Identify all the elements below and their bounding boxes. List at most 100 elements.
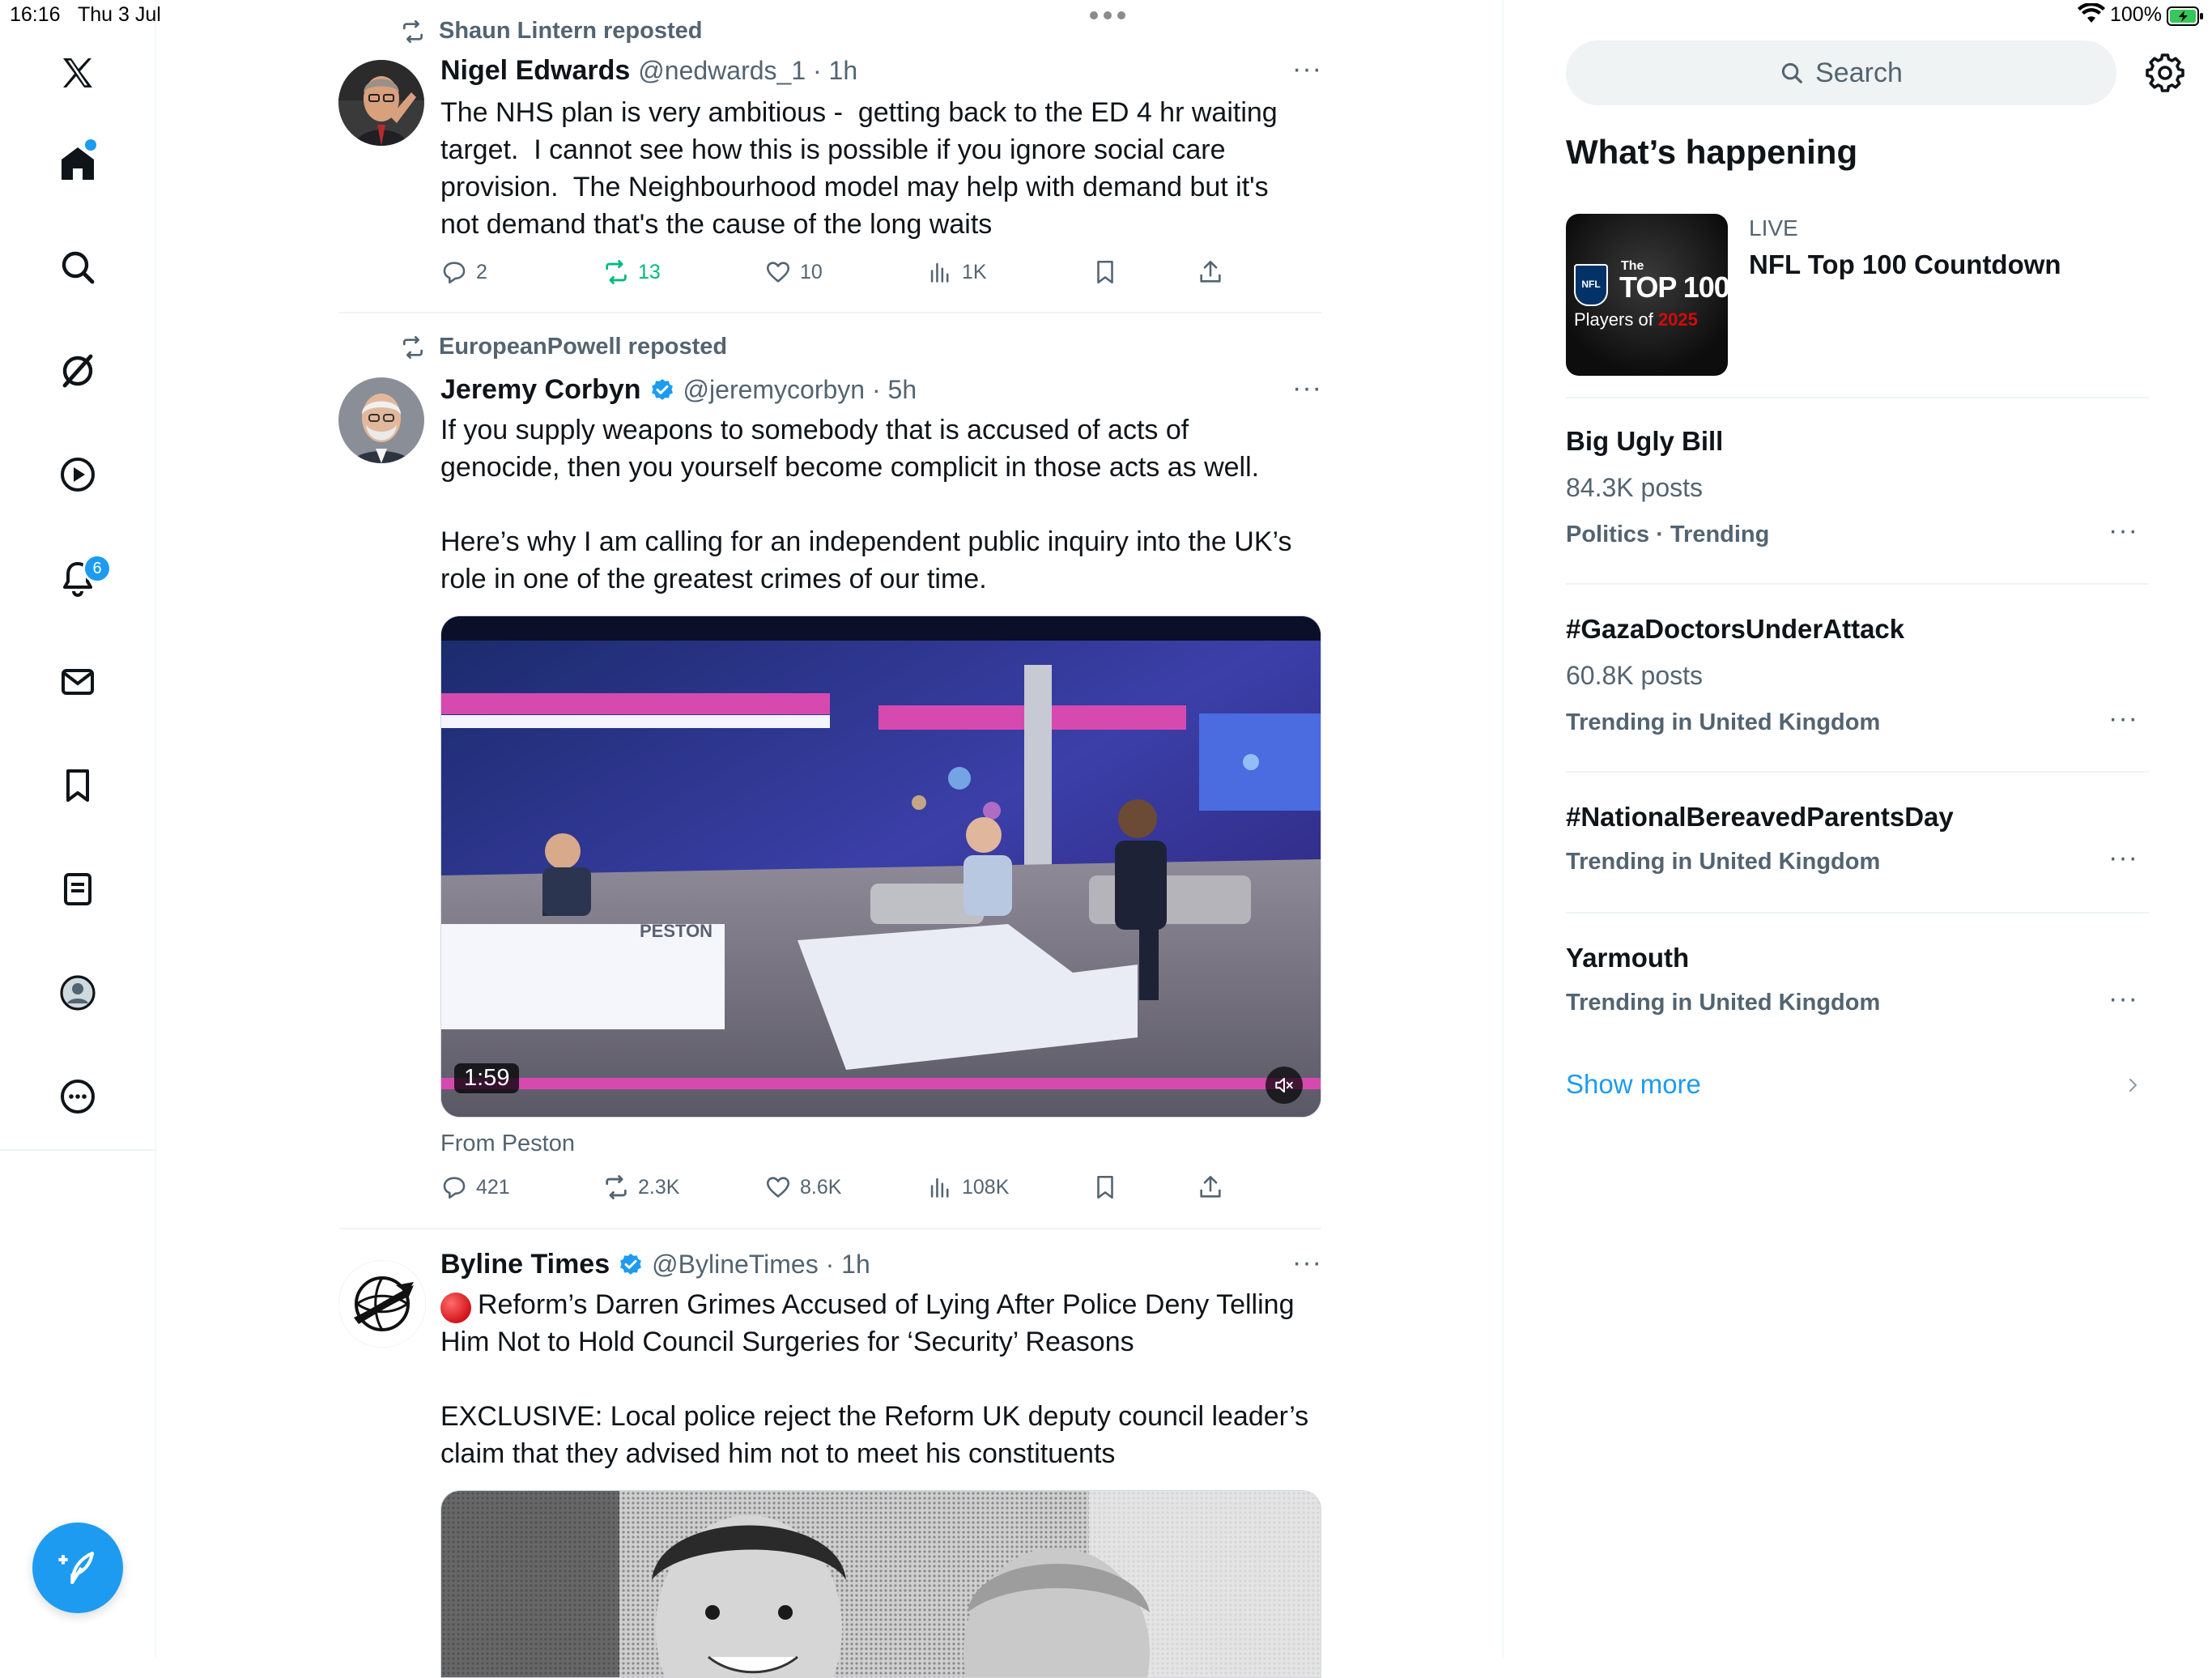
tweet-text: The NHS plan is very ambitious - getting… bbox=[440, 97, 1278, 240]
mute-icon[interactable] bbox=[1266, 1067, 1303, 1104]
show-more-link[interactable]: Show more bbox=[1566, 1069, 2149, 1109]
views-button[interactable]: 108K bbox=[926, 1173, 1009, 1201]
trend-meta: Politics · Trending bbox=[1566, 522, 1770, 547]
share-icon bbox=[1200, 260, 1221, 283]
tweet-text: If you supply weapons to somebody that i… bbox=[440, 415, 1292, 594]
notifications-badge: 6 bbox=[83, 554, 112, 583]
trend-divider bbox=[1566, 397, 2149, 398]
share-button[interactable] bbox=[1197, 1173, 1224, 1201]
tweet-1[interactable]: Shaun Lintern reposted Nigel Edwards @ne… bbox=[338, 16, 1321, 312]
reply-count: 421 bbox=[476, 1175, 510, 1199]
trend-item[interactable]: #NationalBereavedParentsDay Trending in … bbox=[1566, 797, 2149, 894]
avatar[interactable] bbox=[338, 60, 424, 146]
tweet-2[interactable]: EuropeanPowell reposted Jeremy Corbyn @j… bbox=[338, 332, 1321, 1228]
live-event-thumbnail: NFL The TOP 100 Players of 2025 bbox=[1566, 214, 1728, 376]
settings-gear-icon[interactable] bbox=[2146, 53, 2184, 92]
search-input[interactable]: Search bbox=[1566, 40, 2116, 105]
author-handle[interactable]: @BylineTimes · 1h bbox=[652, 1250, 870, 1280]
repost-count: 13 bbox=[638, 260, 661, 283]
share-button[interactable] bbox=[1197, 258, 1224, 286]
views-count: 108K bbox=[962, 1175, 1010, 1199]
repost-icon bbox=[403, 335, 423, 359]
bookmark-icon bbox=[1097, 1175, 1113, 1199]
verified-badge-icon bbox=[620, 1253, 642, 1275]
tweet-more-icon[interactable]: ··· bbox=[1292, 373, 1322, 404]
tweet-divider bbox=[338, 312, 1321, 313]
profile-avatar-icon[interactable] bbox=[52, 967, 104, 1019]
repost-button[interactable]: 13 bbox=[602, 258, 661, 286]
trend-divider bbox=[1566, 771, 2149, 773]
bookmark-button[interactable] bbox=[1091, 258, 1119, 286]
like-button[interactable]: 8.6K bbox=[764, 1173, 841, 1201]
battery-percent: 100% bbox=[2110, 3, 2162, 26]
nav-divider bbox=[0, 1149, 155, 1151]
reply-button[interactable]: 421 bbox=[440, 1173, 510, 1201]
video-source[interactable]: From Peston bbox=[440, 1131, 575, 1157]
trend-item[interactable]: Yarmouth Trending in United Kingdom ··· bbox=[1566, 938, 2149, 1035]
x-logo-icon[interactable] bbox=[52, 47, 104, 99]
author-name[interactable]: Nigel Edwards bbox=[440, 55, 630, 87]
tweet-3[interactable]: Byline Times @BylineTimes · 1h ··· Refor… bbox=[338, 1239, 1322, 1678]
avatar[interactable] bbox=[338, 377, 424, 463]
trend-more-icon[interactable]: ··· bbox=[2108, 703, 2138, 735]
trend-title: #GazaDoctorsUnderAttack bbox=[1566, 614, 1905, 644]
trend-more-icon[interactable]: ··· bbox=[2108, 842, 2138, 874]
repost-button[interactable]: 2.3K bbox=[602, 1173, 679, 1201]
tweet-more-icon[interactable]: ··· bbox=[1292, 1247, 1322, 1279]
trend-posts: 84.3K posts bbox=[1566, 473, 1703, 502]
author-handle[interactable]: @nedwards_1 · 1h bbox=[638, 56, 857, 86]
messages-envelope-icon[interactable] bbox=[52, 656, 104, 708]
live-event-title: NFL Top 100 Countdown bbox=[1749, 249, 2061, 279]
verified-badge-icon bbox=[651, 378, 673, 400]
like-button[interactable]: 10 bbox=[764, 258, 823, 286]
compose-post-button[interactable] bbox=[32, 1523, 123, 1613]
reply-icon bbox=[443, 262, 466, 284]
live-label: LIVE bbox=[1749, 215, 1798, 241]
bookmark-button[interactable] bbox=[1091, 1173, 1119, 1201]
more-options-icon[interactable] bbox=[52, 1071, 104, 1122]
trend-meta: Trending in United Kingdom bbox=[1566, 990, 1881, 1016]
trend-posts: 60.8K posts bbox=[1566, 661, 1703, 690]
bookmarks-icon[interactable] bbox=[52, 760, 104, 811]
author-name[interactable]: Jeremy Corbyn bbox=[440, 374, 641, 406]
like-count: 8.6K bbox=[800, 1175, 842, 1199]
views-button[interactable]: 1K bbox=[926, 258, 987, 286]
trend-title: Big Ugly Bill bbox=[1566, 426, 1724, 456]
heart-icon bbox=[766, 262, 790, 283]
trend-item[interactable]: Big Ugly Bill 84.3K posts Politics · Tre… bbox=[1566, 421, 2149, 559]
grok-icon[interactable] bbox=[52, 345, 104, 397]
search-placeholder: Search bbox=[1815, 57, 1903, 88]
trend-more-icon[interactable]: ··· bbox=[2108, 515, 2138, 547]
repost-label: EuropeanPowell reposted bbox=[439, 334, 728, 360]
tweet-image[interactable] bbox=[440, 1490, 1321, 1678]
video-player[interactable]: PESTON 1:59 bbox=[440, 615, 1321, 1118]
repost-context[interactable]: Shaun Lintern reposted bbox=[400, 18, 702, 45]
trend-item[interactable]: #GazaDoctorsUnderAttack 60.8K posts Tren… bbox=[1566, 609, 2149, 747]
reply-icon bbox=[443, 1177, 466, 1199]
reply-count: 2 bbox=[476, 260, 487, 283]
search-icon[interactable] bbox=[52, 241, 104, 293]
lists-icon[interactable] bbox=[52, 863, 104, 915]
tweet-actions: 2 13 10 1K bbox=[440, 254, 1250, 290]
video-icon[interactable] bbox=[52, 449, 104, 500]
repost-label: Shaun Lintern reposted bbox=[439, 18, 703, 44]
bookmark-icon bbox=[1097, 260, 1113, 284]
video-duration: 1:59 bbox=[454, 1063, 520, 1093]
repost-icon bbox=[606, 260, 627, 284]
live-event-card[interactable]: NFL The TOP 100 Players of 2025 LIVE NFL… bbox=[1566, 214, 2149, 376]
author-handle[interactable]: @jeremycorbyn · 5h bbox=[683, 375, 917, 405]
trend-more-icon[interactable]: ··· bbox=[2108, 983, 2138, 1015]
tweet-more-icon[interactable]: ··· bbox=[1292, 53, 1322, 85]
thumb-top100: TOP 100 bbox=[1619, 270, 1728, 304]
chevron-right-icon bbox=[2129, 1079, 2137, 1092]
trend-meta: Trending in United Kingdom bbox=[1566, 849, 1881, 875]
repost-icon bbox=[403, 19, 423, 43]
views-icon bbox=[930, 1178, 949, 1198]
repost-context[interactable]: EuropeanPowell reposted bbox=[400, 334, 727, 360]
battery-icon bbox=[2167, 6, 2204, 30]
avatar[interactable] bbox=[338, 1260, 426, 1348]
reply-button[interactable]: 2 bbox=[440, 258, 487, 286]
repost-count: 2.3K bbox=[638, 1175, 680, 1199]
author-name[interactable]: Byline Times bbox=[440, 1249, 610, 1280]
whats-happening-title: What’s happening bbox=[1566, 133, 1858, 171]
